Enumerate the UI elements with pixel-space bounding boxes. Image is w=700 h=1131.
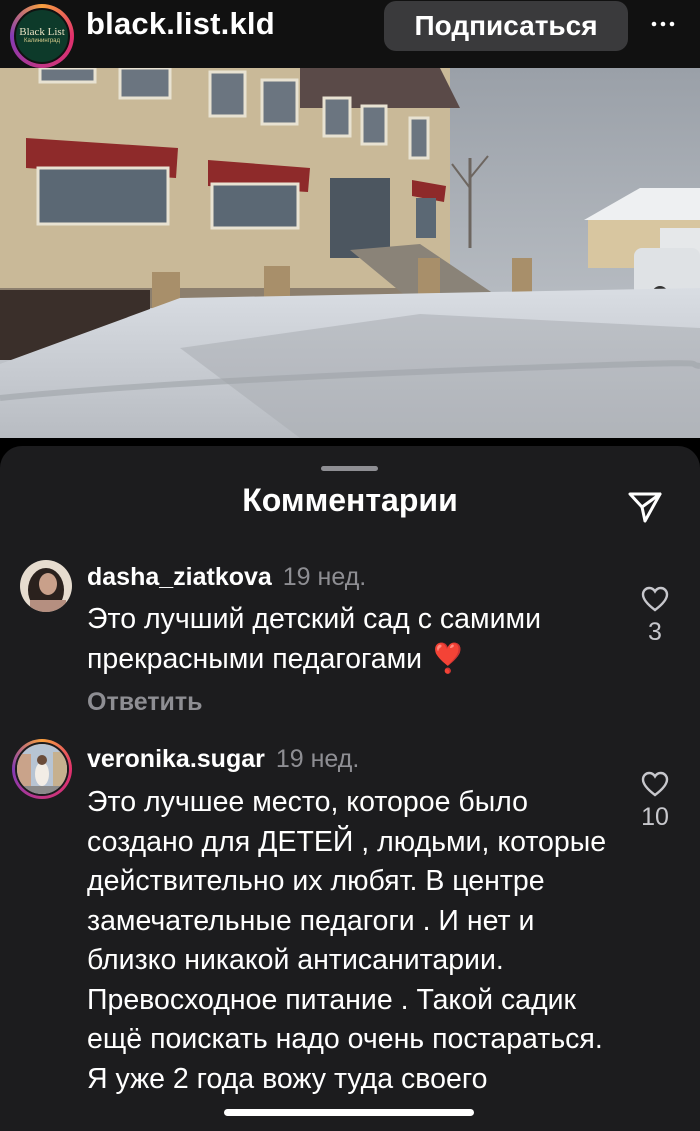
comment-item: dasha_ziatkova 19 нед. Это лучший детски… [0, 558, 700, 728]
account-avatar[interactable]: Black List Калининград [10, 4, 74, 68]
logo-text: Black List [19, 26, 65, 38]
avatar-photo [17, 744, 67, 794]
like-count: 10 [641, 803, 669, 831]
screen: Black List Калининград black.list.kld По… [0, 0, 700, 1131]
avatar-photo [20, 560, 72, 612]
comment-header: dasha_ziatkova 19 нед. [87, 563, 366, 592]
commenter-avatar[interactable] [12, 739, 72, 799]
account-name[interactable]: black.list.kld [86, 6, 275, 42]
ellipsis-icon[interactable] [648, 14, 678, 34]
comment-text: Это лучшее место, которое было создано д… [87, 786, 607, 1095]
comment-item: veronika.sugar 19 нед. Это лучшее место,… [0, 739, 700, 1131]
like-button[interactable]: 3 [630, 586, 680, 647]
commenter-avatar[interactable] [20, 560, 72, 612]
reply-button[interactable]: Ответить [87, 688, 203, 717]
comments-sheet: Комментарии dasha_ziatkova 19 нед. Это л… [0, 446, 700, 1131]
home-indicator [224, 1109, 474, 1116]
heart-icon [641, 771, 669, 797]
account-logo: Black List Калининград [14, 8, 70, 64]
comment-text: Это лучший детский сад с самими прекрасн… [87, 603, 542, 675]
sheet-drag-handle[interactable] [321, 466, 378, 471]
post-photo [0, 68, 700, 438]
comment-time: 19 нед. [282, 563, 367, 591]
like-count: 3 [648, 618, 662, 646]
commenter-username[interactable]: veronika.sugar [87, 745, 265, 773]
comment-time: 19 нед. [275, 745, 360, 773]
like-button[interactable]: 10 [630, 771, 680, 832]
heart-icon [641, 586, 669, 612]
comment-header: veronika.sugar 19 нед. [87, 745, 359, 774]
paper-plane-icon[interactable] [626, 488, 664, 526]
post-header: Black List Калининград black.list.kld По… [0, 0, 700, 68]
logo-subtext: Калининград [23, 38, 61, 44]
follow-button[interactable]: Подписаться [384, 1, 628, 51]
commenter-username[interactable]: dasha_ziatkova [87, 563, 272, 591]
comments-title: Комментарии [242, 482, 458, 518]
